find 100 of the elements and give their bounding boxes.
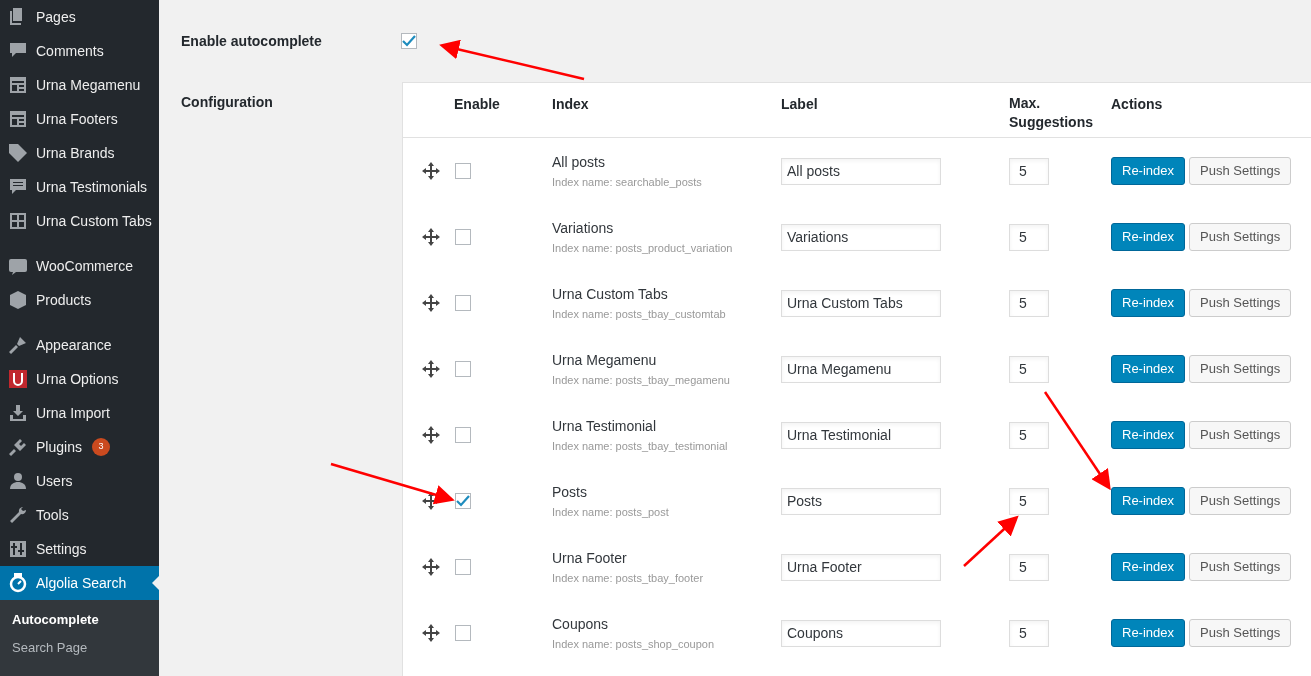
sidebar-item[interactable]: Urna Megamenu: [0, 68, 159, 102]
push-settings-button[interactable]: Push Settings: [1189, 157, 1292, 185]
box-icon: [8, 290, 28, 310]
label-input[interactable]: Coupons: [781, 619, 941, 647]
reindex-button[interactable]: Re-index: [1111, 619, 1186, 647]
index-name: Index name: posts_tbay_customtab: [552, 306, 727, 322]
sidebar-item[interactable]: Urna Import: [0, 396, 159, 430]
sidebar-item[interactable]: Plugins 3: [0, 430, 159, 464]
sidebar-item[interactable]: Urna Testimonials: [0, 170, 159, 204]
sidebar-item[interactable]: Comments: [0, 34, 159, 68]
reindex-button[interactable]: Re-index: [1111, 157, 1186, 185]
max-suggestions-input[interactable]: 5: [1009, 553, 1049, 581]
checkbox[interactable]: [455, 163, 471, 179]
user-icon: [8, 471, 28, 491]
grid-icon: [8, 211, 28, 231]
reindex-button[interactable]: Re-index: [1111, 289, 1186, 317]
index-title: All posts: [552, 152, 606, 172]
move-icon[interactable]: [421, 162, 440, 180]
push-settings-button[interactable]: Push Settings: [1189, 553, 1292, 581]
label-input[interactable]: Urna Testimonial: [781, 421, 941, 449]
submenu-item[interactable]: Autocomplete: [0, 606, 159, 634]
index-name: Index name: posts_tbay_testimonial: [552, 438, 729, 454]
active-pointer-icon: [152, 576, 159, 590]
reindex-button[interactable]: Re-index: [1111, 355, 1186, 383]
label-input[interactable]: Posts: [781, 487, 941, 515]
checkbox[interactable]: [455, 295, 471, 311]
sidebar-item[interactable]: Algolia Search: [0, 566, 159, 600]
max-suggestions-input[interactable]: 5: [1009, 289, 1049, 317]
move-icon[interactable]: [421, 624, 440, 642]
checkbox[interactable]: [401, 33, 417, 49]
layout-icon: [8, 75, 28, 95]
sliders-icon: [8, 539, 28, 559]
checkbox[interactable]: [455, 361, 471, 377]
sidebar-item[interactable]: Urna Custom Tabs: [0, 204, 159, 238]
speech-bubble-icon: [8, 177, 28, 197]
label-input[interactable]: All posts: [781, 157, 941, 185]
download-icon: [8, 403, 28, 423]
sidebar-item[interactable]: Products: [0, 283, 159, 317]
logo-icon: [8, 369, 28, 389]
reindex-button[interactable]: Re-index: [1111, 487, 1186, 515]
sidebar-item[interactable]: Appearance: [0, 328, 159, 362]
checkbox[interactable]: [455, 427, 471, 443]
checkbox[interactable]: [455, 229, 471, 245]
index-title: Urna Testimonial: [552, 416, 657, 436]
sidebar-item[interactable]: Urna Options: [0, 362, 159, 396]
layout-icon: [8, 109, 28, 129]
max-suggestions-input[interactable]: 5: [1009, 487, 1049, 515]
move-icon[interactable]: [421, 228, 440, 246]
checkbox[interactable]: [455, 559, 471, 575]
move-icon[interactable]: [421, 426, 440, 444]
index-name: Index name: posts_product_variation: [552, 240, 734, 256]
checkmark-icon: [402, 35, 416, 47]
index-name: Index name: posts_post: [552, 504, 670, 520]
index-name: Index name: posts_shop_coupon: [552, 636, 716, 652]
push-settings-button[interactable]: Push Settings: [1189, 289, 1292, 317]
max-suggestions-input[interactable]: 5: [1009, 157, 1049, 185]
max-suggestions-input[interactable]: 5: [1009, 619, 1049, 647]
wrench-icon: [8, 505, 28, 525]
sidebar-item[interactable]: Urna Footers: [0, 102, 159, 136]
tag-icon: [8, 143, 28, 163]
label-input[interactable]: Variations: [781, 223, 941, 251]
setting-label: Enable autocomplete: [181, 31, 323, 51]
checkmark-icon: [456, 495, 470, 507]
label-input[interactable]: Urna Custom Tabs: [781, 289, 941, 317]
move-icon[interactable]: [421, 360, 440, 378]
index-name: Index name: posts_tbay_footer: [552, 570, 705, 586]
index-title: Urna Megamenu: [552, 350, 658, 370]
sidebar-item[interactable]: WooCommerce: [0, 249, 159, 283]
sidebar-item[interactable]: Tools: [0, 498, 159, 532]
max-suggestions-input[interactable]: 5: [1009, 421, 1049, 449]
push-settings-button[interactable]: Push Settings: [1189, 619, 1292, 647]
reindex-button[interactable]: Re-index: [1111, 223, 1186, 251]
push-settings-button[interactable]: Push Settings: [1189, 223, 1292, 251]
checkbox[interactable]: [455, 493, 471, 509]
push-settings-button[interactable]: Push Settings: [1189, 487, 1292, 515]
max-suggestions-input[interactable]: 5: [1009, 355, 1049, 383]
index-title: Variations: [552, 218, 615, 238]
count-badge: 3: [91, 438, 110, 456]
sidebar-item[interactable]: Settings: [0, 532, 159, 566]
move-icon[interactable]: [421, 294, 440, 312]
index-name: Index name: posts_tbay_megamenu: [552, 372, 731, 388]
sidebar-item[interactable]: Pages: [0, 0, 159, 34]
setting-label: Configuration: [181, 94, 273, 110]
sidebar-item[interactable]: Urna Brands: [0, 136, 159, 170]
checkbox[interactable]: [455, 625, 471, 641]
move-icon[interactable]: [421, 558, 440, 576]
reindex-button[interactable]: Re-index: [1111, 421, 1186, 449]
max-suggestions-input[interactable]: 5: [1009, 223, 1049, 251]
index-title: Urna Footer: [552, 548, 628, 568]
submenu-item[interactable]: Search Page: [0, 634, 159, 662]
push-settings-button[interactable]: Push Settings: [1189, 421, 1292, 449]
sidebar-item[interactable]: Users: [0, 464, 159, 498]
column-header: Actions: [1111, 95, 1164, 114]
push-settings-button[interactable]: Push Settings: [1189, 355, 1292, 383]
reindex-button[interactable]: Re-index: [1111, 553, 1186, 581]
paintbrush-icon: [8, 335, 28, 355]
index-title: Posts: [552, 482, 588, 502]
label-input[interactable]: Urna Footer: [781, 553, 941, 581]
label-input[interactable]: Urna Megamenu: [781, 355, 941, 383]
column-header: Index: [552, 95, 590, 114]
